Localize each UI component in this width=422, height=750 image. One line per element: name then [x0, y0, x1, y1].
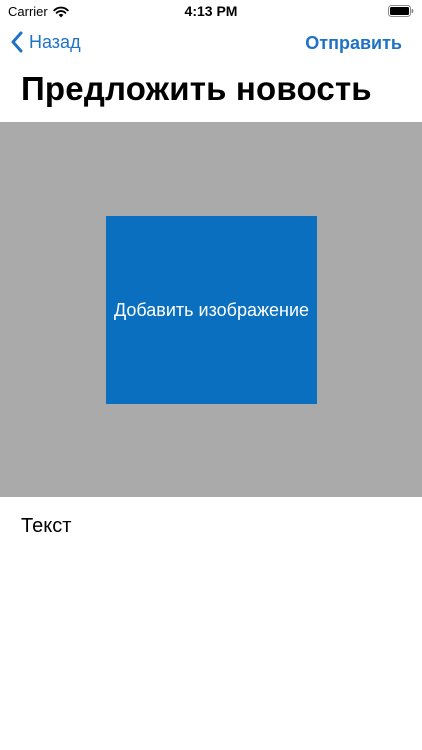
page-title: Предложить новость	[21, 70, 372, 107]
image-area: Добавить изображение	[0, 122, 422, 497]
navigation-bar: Назад Отправить	[0, 28, 422, 60]
status-time: 4:13 PM	[184, 3, 238, 19]
add-image-button[interactable]: Добавить изображение	[106, 216, 317, 404]
back-button[interactable]: Назад	[10, 31, 81, 53]
chevron-left-icon	[11, 31, 23, 53]
news-text-input[interactable]	[21, 511, 401, 541]
back-button-label: Назад	[29, 31, 81, 52]
status-bar: Carrier 4:13 PM	[0, 0, 422, 22]
battery-icon	[388, 5, 414, 17]
send-button[interactable]: Отправить	[305, 33, 402, 54]
